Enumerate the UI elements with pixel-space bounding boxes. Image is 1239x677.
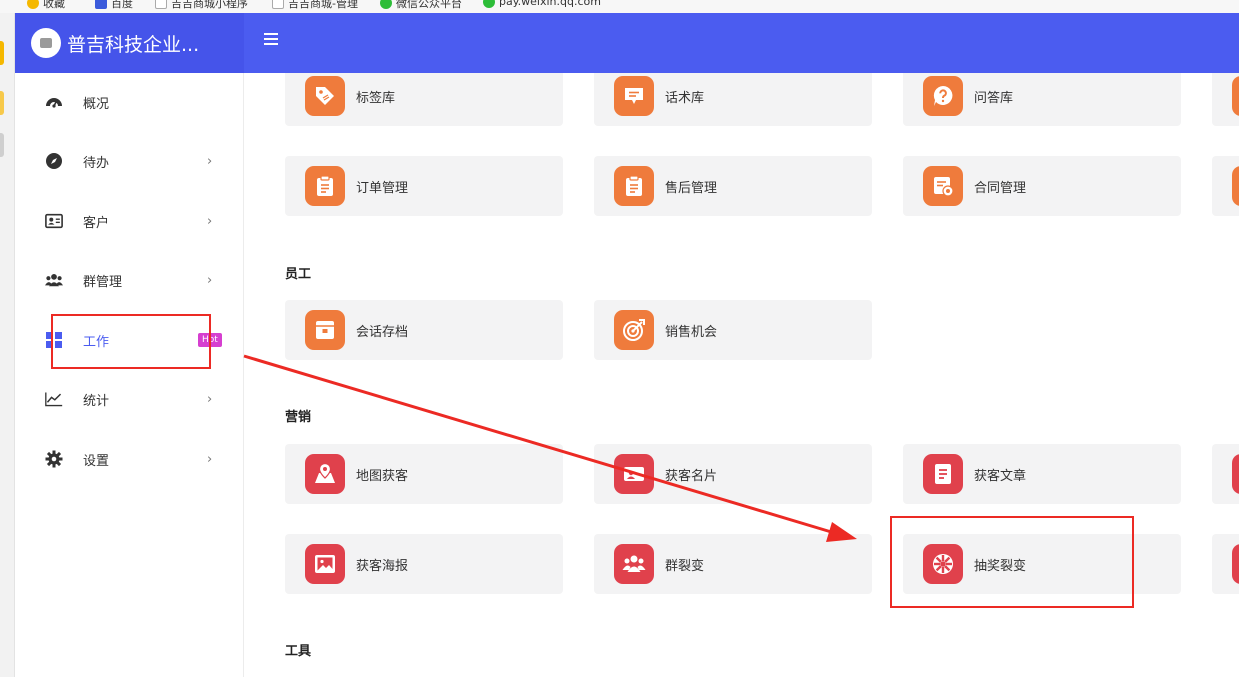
page-icon xyxy=(272,0,284,9)
card-label: 获客海报 xyxy=(356,559,409,574)
sidebar-item-settings[interactable]: 设置 › xyxy=(15,439,244,479)
article-icon xyxy=(923,454,963,494)
group-icon xyxy=(614,544,654,584)
baidu-icon xyxy=(95,0,107,9)
card-label: 话术库 xyxy=(665,91,705,106)
card-label: 标签库 xyxy=(356,91,396,106)
card-partial[interactable] xyxy=(1212,444,1239,504)
chevron-right-icon: › xyxy=(207,272,213,288)
chevron-right-icon: › xyxy=(207,153,213,169)
card-contract-management[interactable]: 合同管理 xyxy=(903,156,1181,216)
card-qa-library[interactable]: 问答库 xyxy=(903,73,1181,126)
dashboard-icon xyxy=(45,93,63,111)
card-label: 地图获客 xyxy=(356,469,409,484)
annotation-box-lottery xyxy=(890,516,1134,608)
chevron-right-icon: › xyxy=(207,451,213,467)
side-tab[interactable] xyxy=(0,41,4,65)
card-after-sales[interactable]: 售后管理 xyxy=(594,156,872,216)
partial-icon xyxy=(1232,76,1239,116)
star-icon xyxy=(27,0,39,9)
card-business-card[interactable]: 获客名片 xyxy=(594,444,872,504)
sidebar-item-todo[interactable]: 待办 › xyxy=(15,141,244,181)
card-article-acquisition[interactable]: 获客文章 xyxy=(903,444,1181,504)
sidebar-item-label: 客户 xyxy=(83,215,110,231)
card-group-fission[interactable]: 群裂变 xyxy=(594,534,872,594)
card-label: 订单管理 xyxy=(356,181,409,196)
bookmark-mini-program[interactable]: 吉吉商城小程序 xyxy=(155,0,248,11)
poster-icon xyxy=(305,544,345,584)
tag-icon xyxy=(305,76,345,116)
card-label: 获客名片 xyxy=(665,469,718,484)
map-icon xyxy=(305,454,345,494)
brand[interactable]: 普吉科技企业... xyxy=(15,13,244,73)
bookmark-wechat-pay[interactable]: pay.weixin.qq.com xyxy=(483,0,601,8)
side-tab[interactable] xyxy=(0,91,4,115)
chevron-right-icon: › xyxy=(207,213,213,229)
sidebar-item-statistics[interactable]: 统计 › xyxy=(15,379,244,419)
sidebar-item-overview[interactable]: 概况 xyxy=(15,82,244,122)
card-poster-acquisition[interactable]: 获客海报 xyxy=(285,534,563,594)
partial-icon xyxy=(1232,454,1239,494)
brand-logo xyxy=(31,28,61,58)
chevron-right-icon: › xyxy=(207,391,213,407)
clipboard-icon xyxy=(305,166,345,206)
card-label: 问答库 xyxy=(974,91,1014,106)
gear-icon xyxy=(45,450,63,468)
sidebar-item-label: 群管理 xyxy=(83,274,123,290)
sidebar-item-customer[interactable]: 客户 › xyxy=(15,201,244,241)
card-partial[interactable] xyxy=(1212,73,1239,126)
card-partial[interactable] xyxy=(1212,534,1239,594)
side-tab[interactable] xyxy=(0,133,4,157)
card-label: 销售机会 xyxy=(665,325,718,340)
users-icon xyxy=(45,271,63,289)
message-icon xyxy=(614,76,654,116)
browser-side-strip xyxy=(0,13,15,677)
card-order-management[interactable]: 订单管理 xyxy=(285,156,563,216)
section-title-marketing: 营销 xyxy=(285,410,312,425)
section-title-tools: 工具 xyxy=(285,644,312,659)
archive-icon xyxy=(305,310,345,350)
question-icon xyxy=(923,76,963,116)
business-card-icon xyxy=(614,454,654,494)
sidebar-item-label: 设置 xyxy=(83,453,110,469)
card-sales-opportunity[interactable]: 销售机会 xyxy=(594,300,872,360)
sidebar-item-label: 待办 xyxy=(83,155,110,171)
line-chart-icon xyxy=(45,390,63,408)
target-icon xyxy=(614,310,654,350)
contract-icon xyxy=(923,166,963,206)
compass-icon xyxy=(45,152,63,170)
card-partial[interactable] xyxy=(1212,156,1239,216)
bookmark-wechat-platform[interactable]: 微信公众平台 xyxy=(380,0,462,11)
card-label: 群裂变 xyxy=(665,559,705,574)
contact-card-icon xyxy=(45,212,63,230)
card-label: 获客文章 xyxy=(974,469,1027,484)
bookmark-favorites[interactable]: 收藏 xyxy=(27,0,65,11)
card-script-library[interactable]: 话术库 xyxy=(594,73,872,126)
bookmark-shop-admin[interactable]: 吉吉商城-管理 xyxy=(272,0,358,11)
bookmark-bar: 收藏 百度 吉吉商城小程序 吉吉商城-管理 微信公众平台 pay.weixin.… xyxy=(0,0,1239,13)
card-map-acquisition[interactable]: 地图获客 xyxy=(285,444,563,504)
partial-icon xyxy=(1232,166,1239,206)
brand-title: 普吉科技企业... xyxy=(67,33,200,56)
wechat-icon xyxy=(380,0,392,9)
menu-toggle-icon[interactable] xyxy=(264,33,278,47)
clipboard-icon xyxy=(614,166,654,206)
partial-icon xyxy=(1232,544,1239,584)
card-tag-library[interactable]: 标签库 xyxy=(285,73,563,126)
top-header: 普吉科技企业... xyxy=(15,13,1239,73)
bookmark-baidu[interactable]: 百度 xyxy=(95,0,133,11)
section-title-staff: 员工 xyxy=(285,267,312,282)
sidebar-item-label: 概况 xyxy=(83,96,110,112)
sidebar-item-group-management[interactable]: 群管理 › xyxy=(15,260,244,300)
sidebar-item-label: 统计 xyxy=(83,393,110,409)
card-label: 会话存档 xyxy=(356,325,409,340)
annotation-box-work xyxy=(51,314,211,369)
card-label: 售后管理 xyxy=(665,181,718,196)
page-icon xyxy=(155,0,167,9)
card-session-archive[interactable]: 会话存档 xyxy=(285,300,563,360)
card-label: 合同管理 xyxy=(974,181,1027,196)
wechat-icon xyxy=(483,0,495,8)
sidebar: 概况 待办 › 客户 › 群管理 › 工作 Hot 统计 › 设置 › xyxy=(15,73,244,677)
